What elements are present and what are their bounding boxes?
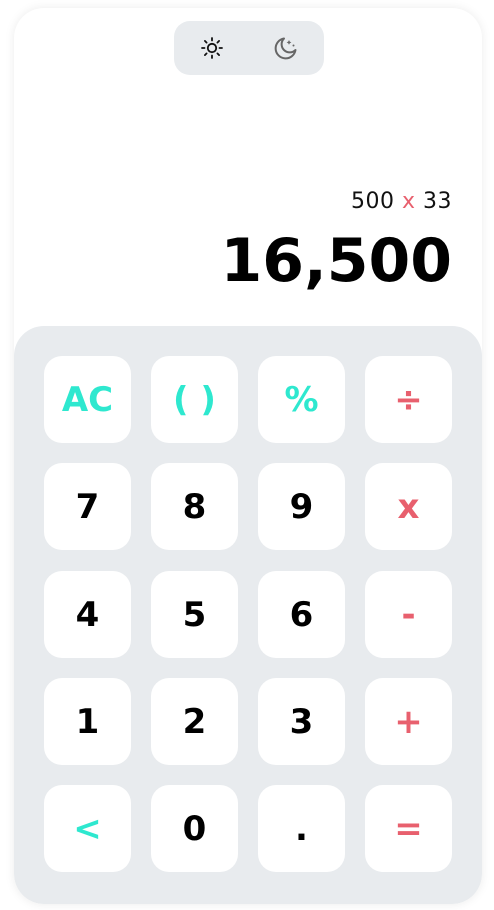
result-value: 16,500 [220,226,452,296]
calculator-app: 500 x 33 16,500 AC ( ) % ÷ 7 8 9 x 4 5 6… [14,8,482,904]
digit-0-button[interactable]: 0 [151,785,238,872]
digit-6-button[interactable]: 6 [258,571,345,658]
digit-5-button[interactable]: 5 [151,571,238,658]
divide-button[interactable]: ÷ [365,356,452,443]
clear-button[interactable]: AC [44,356,131,443]
equals-button[interactable]: = [365,785,452,872]
multiply-button[interactable]: x [365,463,452,550]
operand-2: 33 [423,189,452,214]
minus-button[interactable]: - [365,571,452,658]
expression-line: 500 x 33 [351,189,452,214]
parentheses-button[interactable]: ( ) [151,356,238,443]
operand-1: 500 [350,189,395,214]
keypad: AC ( ) % ÷ 7 8 9 x 4 5 6 - 1 2 3 + < 0 .… [14,326,482,904]
backspace-button[interactable]: < [44,785,131,872]
digit-7-button[interactable]: 7 [44,463,131,550]
plus-button[interactable]: + [365,678,452,765]
digit-4-button[interactable]: 4 [44,571,131,658]
digit-8-button[interactable]: 8 [151,463,238,550]
digit-9-button[interactable]: 9 [258,463,345,550]
digit-2-button[interactable]: 2 [151,678,238,765]
display-panel: 500 x 33 16,500 [14,8,482,326]
percent-button[interactable]: % [258,356,345,443]
expression-operator: x [401,189,416,214]
digit-3-button[interactable]: 3 [258,678,345,765]
decimal-button[interactable]: . [258,785,345,872]
digit-1-button[interactable]: 1 [44,678,131,765]
